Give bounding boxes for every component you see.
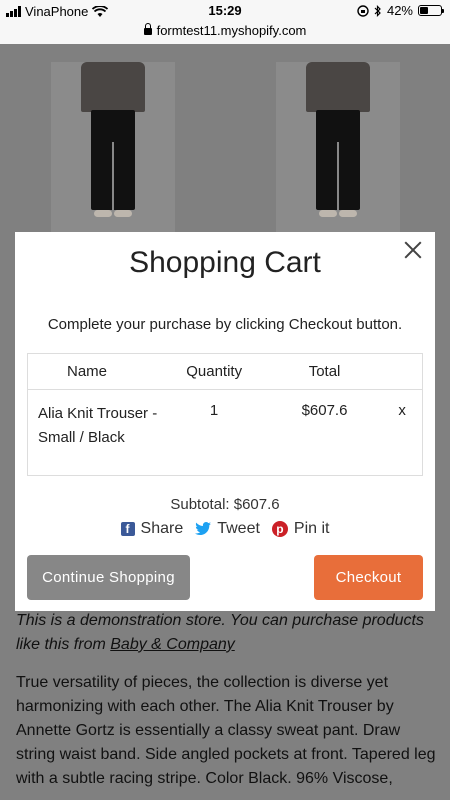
share-twitter-label: Tweet bbox=[217, 520, 260, 537]
status-right: 42% bbox=[357, 3, 444, 18]
table-row: Alia Knit Trouser - Small / Black 1 $607… bbox=[28, 390, 422, 475]
url-text: formtest11.myshopify.com bbox=[156, 23, 307, 38]
cart-table: Name Quantity Total Alia Knit Trouser - … bbox=[27, 353, 423, 476]
continue-shopping-button[interactable]: Continue Shopping bbox=[27, 555, 190, 600]
url-bar[interactable]: formtest11.myshopify.com bbox=[0, 22, 450, 44]
orientation-lock-icon bbox=[357, 4, 369, 17]
product-image-back[interactable] bbox=[276, 62, 400, 237]
status-bar: VinaPhone 15:29 42% bbox=[0, 0, 450, 22]
column-header-total: Total bbox=[308, 363, 341, 380]
battery-icon bbox=[418, 5, 444, 16]
product-description: True versatility of pieces, the collecti… bbox=[16, 674, 436, 787]
share-pinterest-label: Pin it bbox=[293, 520, 330, 537]
item-total: $607.6 bbox=[301, 402, 348, 419]
shopping-cart-modal: Shopping Cart Complete your purchase by … bbox=[15, 232, 435, 611]
item-name: Alia Knit Trouser - Small / Black bbox=[38, 405, 158, 446]
modal-description: Complete your purchase by clicking Check… bbox=[47, 316, 403, 333]
share-facebook-label: Share bbox=[140, 520, 184, 537]
share-facebook-link[interactable]: f Share bbox=[120, 520, 184, 538]
subtotal: Subtotal: $607.6 bbox=[170, 496, 280, 513]
share-pinterest-link[interactable]: p Pin it bbox=[271, 520, 330, 538]
lock-icon bbox=[143, 23, 152, 35]
pinterest-icon: p bbox=[271, 521, 288, 537]
column-header-quantity: Quantity bbox=[186, 363, 243, 380]
product-image-front[interactable] bbox=[51, 62, 175, 237]
item-quantity[interactable]: 1 bbox=[161, 402, 266, 475]
column-header-name: Name bbox=[67, 363, 108, 380]
remove-item-button[interactable]: x bbox=[382, 402, 422, 475]
page-text: This is a demonstration store. You can p… bbox=[16, 609, 436, 791]
twitter-icon bbox=[195, 522, 212, 535]
facebook-icon: f bbox=[120, 522, 135, 536]
checkout-button[interactable]: Checkout bbox=[314, 555, 423, 600]
share-row: f Share Tweet p Pin it bbox=[15, 520, 435, 538]
modal-title: Shopping Cart bbox=[129, 246, 321, 279]
cart-table-header: Name Quantity Total bbox=[28, 354, 422, 390]
share-twitter-link[interactable]: Tweet bbox=[195, 520, 260, 538]
demo-note: This is a demonstration store. You can p… bbox=[16, 612, 424, 653]
demo-store-link[interactable]: Baby & Company bbox=[110, 636, 235, 653]
battery-percent: 42% bbox=[386, 3, 413, 18]
bluetooth-icon bbox=[374, 4, 381, 17]
